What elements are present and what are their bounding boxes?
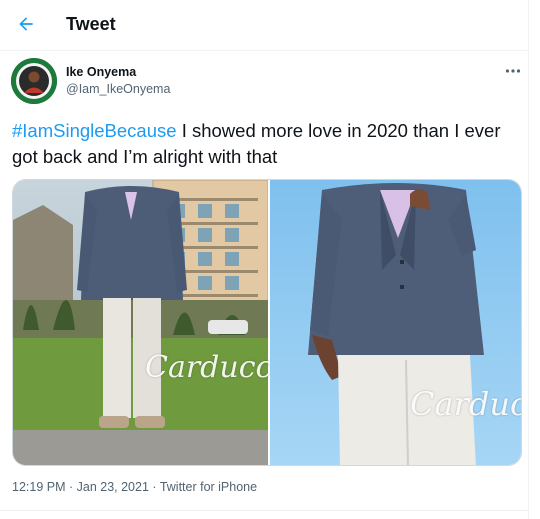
- hashtag-link[interactable]: #IamSingleBecause: [12, 120, 177, 141]
- meta-separator: ·: [65, 480, 77, 494]
- author-name[interactable]: Ike Onyema: [66, 65, 136, 79]
- meta-separator: ·: [148, 480, 160, 494]
- photo-man-closeup: [270, 180, 521, 465]
- more-horizontal-icon: [505, 69, 521, 73]
- tweet-text: #IamSingleBecause I showed more love in …: [12, 118, 518, 170]
- photo-right[interactable]: Carducci: [270, 180, 521, 465]
- avatar[interactable]: [11, 58, 57, 104]
- tweet-detail-column: Tweet Ike Onyema @Iam_IkeOnyema #IamSing…: [0, 0, 529, 519]
- tweet-date[interactable]: Jan 23, 2021: [77, 480, 149, 494]
- header: Tweet: [0, 0, 528, 51]
- arrow-left-icon: [19, 17, 33, 31]
- more-button[interactable]: [500, 64, 526, 78]
- back-button[interactable]: [12, 10, 40, 38]
- tweet-metadata: 12:19 PM · Jan 23, 2021 · Twitter for iP…: [12, 480, 257, 494]
- page-title: Tweet: [66, 14, 116, 34]
- tweet-source[interactable]: Twitter for iPhone: [160, 480, 257, 494]
- divider: [0, 510, 528, 511]
- tweet-time[interactable]: 12:19 PM: [12, 480, 66, 494]
- avatar-image: [11, 58, 57, 104]
- author-handle[interactable]: @Iam_IkeOnyema: [66, 82, 170, 96]
- photo-left[interactable]: Carducci: [13, 180, 282, 465]
- photo-man-outdoors: [13, 180, 268, 465]
- media-grid: Carducci Cardu: [12, 179, 522, 466]
